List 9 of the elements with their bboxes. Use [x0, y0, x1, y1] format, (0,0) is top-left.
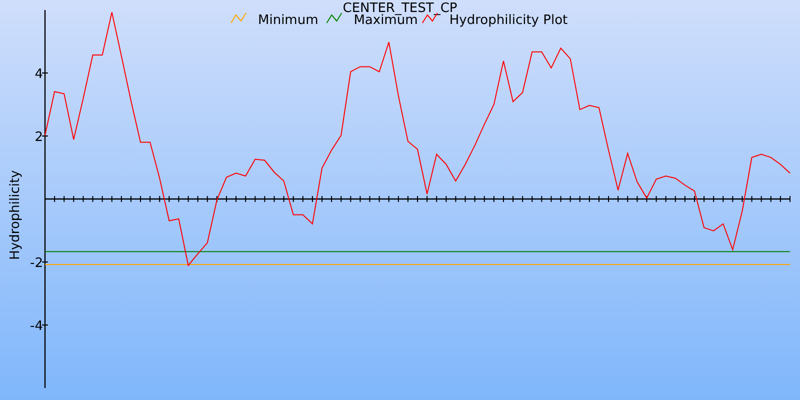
y-tick-label: -2: [30, 256, 43, 271]
y-tick-label: 4: [34, 67, 43, 82]
legend-label: Maximum: [354, 13, 418, 28]
y-tick-label: 2: [34, 130, 43, 145]
y-tick-label: -4: [30, 319, 43, 334]
y-axis-title: Hydrophilicity: [8, 170, 23, 260]
legend-label: Minimum: [258, 13, 318, 28]
chart-title: CENTER_TEST_CP: [342, 1, 458, 16]
legend-label: Hydrophilicity Plot: [449, 13, 568, 28]
